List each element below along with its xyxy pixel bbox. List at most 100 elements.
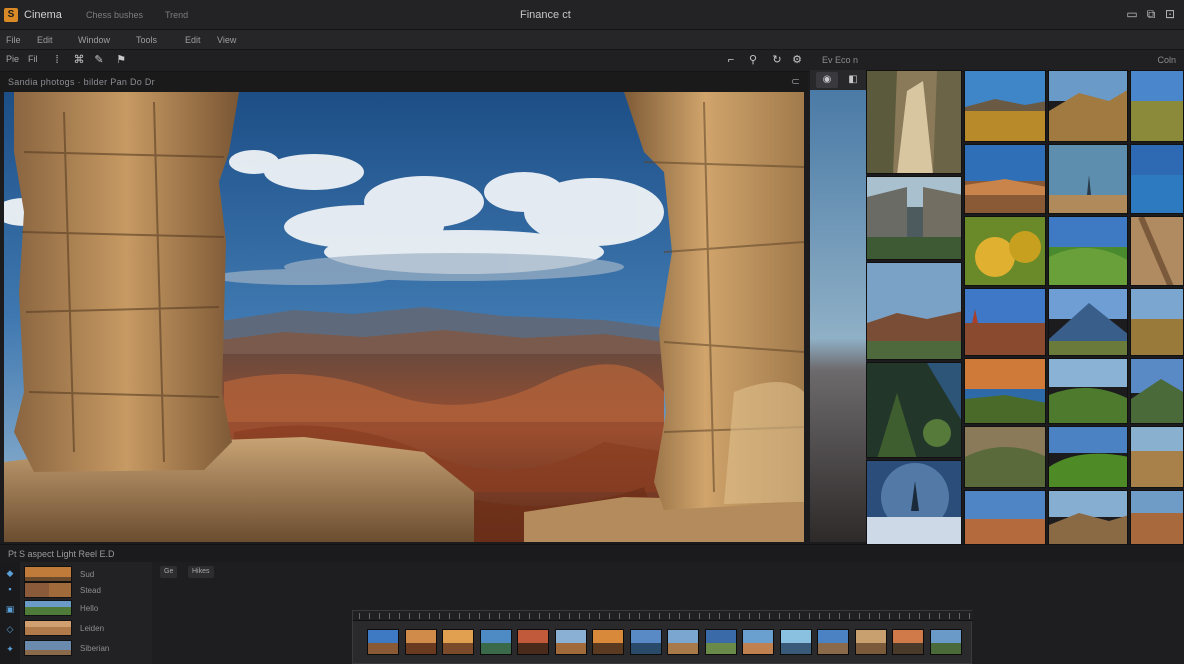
list-thumbnail <box>24 620 72 636</box>
thumbnail[interactable] <box>964 216 1046 286</box>
thumbnail[interactable] <box>1130 216 1184 286</box>
thumbnail[interactable] <box>964 358 1046 424</box>
thumbnail[interactable] <box>866 176 962 260</box>
filter-chip[interactable]: Ge <box>160 566 178 578</box>
ruler-tick <box>599 613 600 619</box>
list-item[interactable]: Stead <box>24 582 148 600</box>
filmstrip-frame[interactable] <box>592 629 624 655</box>
crop-icon[interactable]: ⌐ <box>724 53 738 67</box>
title-menu-item[interactable]: Chess bushes <box>86 10 143 20</box>
thumbnail[interactable] <box>964 144 1046 214</box>
image-viewer[interactable] <box>4 92 804 542</box>
menu-item-edit-2[interactable]: Edit <box>185 35 201 45</box>
menu-item-edit[interactable]: Edit <box>37 35 53 45</box>
thumbnail[interactable] <box>1048 216 1128 286</box>
thumbnail[interactable] <box>964 288 1046 356</box>
thumbnail[interactable] <box>1130 144 1184 214</box>
home-icon[interactable]: ◆ <box>5 568 15 578</box>
thumbnail[interactable] <box>1130 70 1184 142</box>
thumbnail[interactable] <box>1130 490 1184 548</box>
thumbnail[interactable] <box>964 426 1046 488</box>
filmstrip-frame[interactable] <box>892 629 924 655</box>
thumbnail[interactable] <box>866 262 962 360</box>
brush-icon[interactable]: ✎ <box>92 53 106 67</box>
tool-button[interactable]: Pie <box>6 54 19 64</box>
ruler-tick <box>839 613 840 619</box>
breadcrumb[interactable]: Sandia photogs · bilder Pan Do Dr <box>8 77 155 87</box>
thumbnail[interactable] <box>964 70 1046 142</box>
ruler-tick <box>859 613 860 619</box>
flag-icon[interactable]: ⚑ <box>114 53 128 67</box>
list-item[interactable]: Leiden <box>24 620 148 638</box>
image-icon[interactable]: ▣ <box>5 604 15 614</box>
title-menu-item[interactable]: Trend <box>165 10 188 20</box>
tool-button[interactable]: Fil <box>28 54 38 64</box>
main-photo <box>4 92 804 542</box>
filmstrip-frame[interactable] <box>517 629 549 655</box>
thumbnail[interactable] <box>964 490 1046 548</box>
menu-item-view[interactable]: View <box>217 35 236 45</box>
filmstrip-frame[interactable] <box>742 629 774 655</box>
maximize-icon[interactable]: ⧉ <box>1145 7 1157 21</box>
filmstrip-frame[interactable] <box>704 629 737 655</box>
filmstrip-frame[interactable] <box>404 629 437 655</box>
ruler-tick <box>769 613 770 619</box>
tool-icon[interactable]: ⁞ <box>50 53 64 67</box>
ruler-tick <box>379 613 380 619</box>
list-item[interactable]: Siberian <box>24 640 148 658</box>
filmstrip[interactable] <box>352 610 973 664</box>
filmstrip-frame[interactable] <box>854 629 887 655</box>
minimize-icon[interactable]: ▭ <box>1126 7 1138 21</box>
thumbnail[interactable] <box>866 460 962 546</box>
tag-icon[interactable]: ◇ <box>5 624 15 634</box>
link-icon[interactable]: ⌘ <box>72 53 86 67</box>
ruler-tick <box>709 613 710 619</box>
thumbnail[interactable] <box>1048 358 1128 424</box>
settings-icon[interactable]: ⚙ <box>790 53 804 67</box>
menu-item-window[interactable]: Window <box>78 35 110 45</box>
thumbnail[interactable] <box>1048 490 1128 548</box>
folder-icon[interactable]: ▪ <box>5 584 15 594</box>
filmstrip-frame[interactable] <box>442 629 474 655</box>
browser-tabs[interactable]: Ev Eco n <box>822 55 858 65</box>
ruler-tick <box>879 613 880 619</box>
ruler-tick <box>809 613 810 619</box>
thumbnail[interactable] <box>1048 144 1128 214</box>
pin-icon[interactable]: ⚲ <box>746 53 760 67</box>
filmstrip-frame[interactable] <box>929 629 962 655</box>
list-thumbnail <box>24 582 72 598</box>
close-icon[interactable]: ⊡ <box>1164 7 1176 21</box>
star-icon[interactable]: ✦ <box>5 644 15 654</box>
thumbnail[interactable] <box>1130 426 1184 488</box>
ruler-tick <box>899 613 900 619</box>
path-bar: Sandia photogs · bilder Pan Do Dr ⊂ <box>0 72 808 92</box>
thumbnail[interactable] <box>1048 426 1128 488</box>
filmstrip-frame[interactable] <box>479 629 512 655</box>
thumbnail[interactable] <box>1048 288 1128 356</box>
list-item[interactable]: Hello <box>24 600 148 618</box>
list-thumbnail <box>24 640 72 656</box>
ruler-tick <box>829 613 830 619</box>
filmstrip-frame[interactable] <box>779 629 812 655</box>
filmstrip-frame[interactable] <box>629 629 662 655</box>
filmstrip-frame[interactable] <box>367 629 399 655</box>
close-icon[interactable]: ⊂ <box>791 75 800 88</box>
menu-item-file[interactable]: File <box>6 35 21 45</box>
filmstrip-frame[interactable] <box>554 629 587 655</box>
thumbnail[interactable] <box>866 70 962 174</box>
ruler-tick <box>679 613 680 619</box>
ruler-tick <box>549 613 550 619</box>
filmstrip-frame[interactable] <box>667 629 699 655</box>
menu-item-tools[interactable]: Tools <box>136 35 157 45</box>
eye-icon[interactable]: ◉ <box>816 72 838 88</box>
filter-chip[interactable]: Hikes <box>188 566 214 578</box>
thumbnail[interactable] <box>866 362 962 458</box>
thumbnail[interactable] <box>1130 358 1184 424</box>
ruler-tick <box>579 613 580 619</box>
layers-icon[interactable]: ◧ <box>842 72 864 88</box>
filmstrip-frame[interactable] <box>817 629 849 655</box>
thumbnail[interactable] <box>1048 70 1128 142</box>
thumbnail[interactable] <box>1130 288 1184 356</box>
rotate-icon[interactable]: ↻ <box>770 53 784 67</box>
filmstrip-ruler[interactable] <box>353 611 973 621</box>
